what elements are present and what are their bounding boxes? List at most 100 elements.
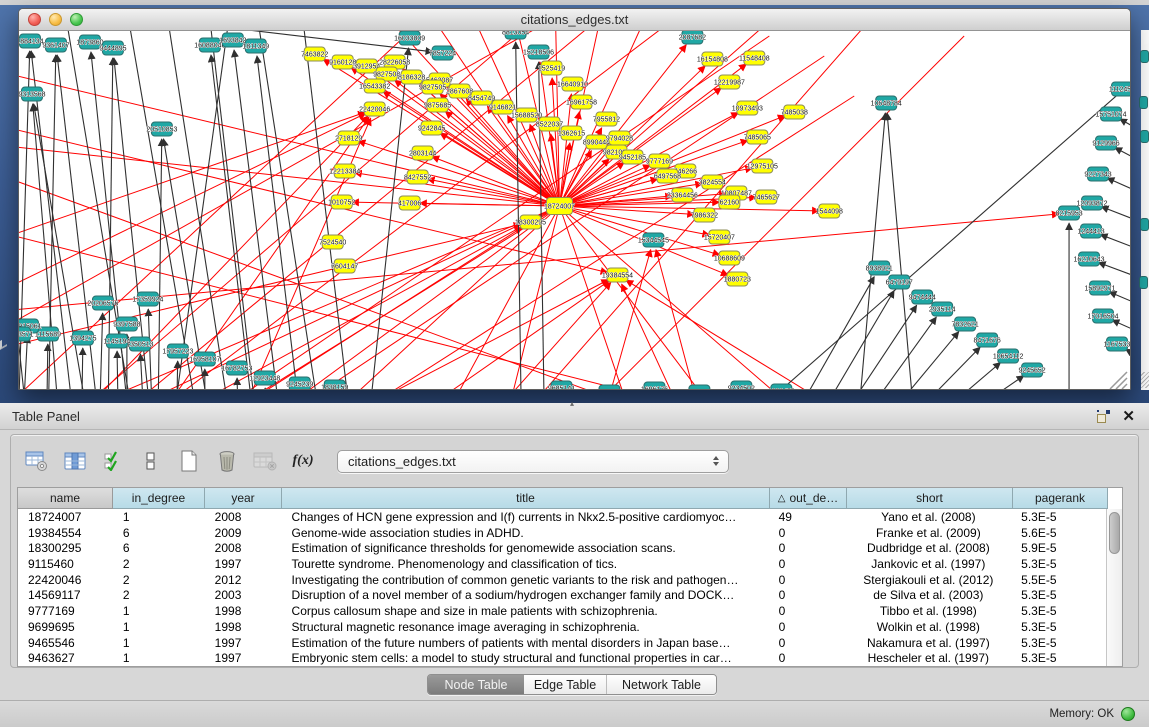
table-cell[interactable]: 14569117 [18, 587, 113, 603]
graph-node[interactable]: 8813054 [502, 31, 529, 39]
table-cell[interactable]: Nakamura et al. (1997) [846, 635, 1012, 651]
graph-node[interactable]: 1350513 [126, 337, 153, 351]
column-header-short[interactable]: short [847, 488, 1013, 509]
table-cell[interactable]: 0 [769, 650, 846, 666]
table-cell[interactable]: 9699695 [18, 619, 113, 635]
table-cell[interactable]: 22420046 [18, 572, 113, 588]
table-cell[interactable]: 19384554 [18, 525, 113, 541]
table-cell[interactable]: Hescheler et al. (1997) [846, 650, 1012, 666]
table-vertical-scrollbar[interactable] [1106, 509, 1122, 666]
table-cell[interactable]: 0 [769, 540, 846, 556]
table-row[interactable]: 2242004622012Investigating the contribut… [18, 572, 1106, 588]
table-cell[interactable]: Estimation of significance thresholds fo… [282, 540, 769, 556]
column-header-title[interactable]: title [282, 488, 770, 509]
table-cell[interactable]: 5.3E-5 [1011, 556, 1106, 572]
table-cell[interactable]: 0 [769, 603, 846, 619]
table-row[interactable]: 911546021997Tourette syndrome. Phenomeno… [18, 556, 1106, 572]
graph-node[interactable]: 18724007 [544, 198, 575, 215]
graph-node[interactable]: 16640910 [557, 77, 588, 91]
table-cell[interactable]: 18300295 [18, 540, 113, 556]
graph-node[interactable]: 62160 [719, 195, 740, 209]
table-cell[interactable]: 5.3E-5 [1011, 603, 1106, 619]
graph-node[interactable]: 1811349 [242, 39, 269, 53]
tab-network-table[interactable]: Network Table [606, 675, 716, 694]
table-cell[interactable]: 0 [769, 572, 846, 588]
graph-node[interactable]: 1696176 [641, 382, 668, 389]
graph-node[interactable]: 20510853 [146, 122, 177, 136]
graph-node[interactable]: 2935114 [929, 302, 956, 316]
graph-node[interactable]: 7955812 [593, 112, 620, 126]
table-source-select[interactable]: citations_edges.txt [337, 450, 729, 473]
table-cell[interactable]: 9777169 [18, 603, 113, 619]
graph-node[interactable]: 12093872 [1077, 196, 1108, 210]
table-cell[interactable]: 1997 [205, 556, 282, 572]
scrollbar-thumb[interactable] [1109, 512, 1120, 554]
graph-node[interactable]: 1838159 [321, 380, 348, 389]
graph-node[interactable]: 1167533 [1104, 337, 1130, 351]
graph-node[interactable]: 9474444 [909, 290, 936, 304]
table-cell[interactable]: 5.5E-5 [1011, 572, 1106, 588]
graph-node[interactable]: 8427552 [404, 170, 431, 184]
table-row[interactable]: 977716911998Corpus callosum shape and si… [18, 603, 1106, 619]
graph-node[interactable]: 1244413 [1077, 224, 1104, 238]
graph-node[interactable]: 7463822 [301, 47, 328, 61]
graph-node[interactable]: 16154808 [697, 52, 728, 66]
show-columns-icon[interactable] [63, 450, 87, 472]
graph-node[interactable]: 7857224 [429, 46, 456, 60]
close-panel-icon[interactable]: ✕ [1122, 410, 1135, 423]
graph-node[interactable]: 2045059 [596, 385, 623, 389]
table-cell[interactable]: 1997 [205, 635, 282, 651]
graph-node[interactable]: 7604147 [331, 259, 358, 273]
network-graph-canvas[interactable]: 1872400774638229160128391295428226058982… [19, 31, 1130, 389]
table-cell[interactable]: 5.3E-5 [1011, 509, 1106, 525]
graph-node[interactable]: 8471676 [974, 333, 1001, 347]
table-cell[interactable]: de Silva et al. (2003) [846, 587, 1012, 603]
graph-node[interactable]: 10648784 [871, 96, 902, 110]
float-panel-icon[interactable] [1097, 410, 1110, 423]
table-cell[interactable]: Tourette syndrome. Phenomenology and cla… [282, 556, 769, 572]
graph-node[interactable]: 7485065 [744, 130, 771, 144]
table-cell[interactable]: 2 [113, 587, 205, 603]
column-header-in_degree[interactable]: in_degree [113, 488, 205, 509]
zoom-window-button[interactable] [70, 13, 83, 26]
table-cell[interactable]: Franke et al. (2009) [846, 525, 1012, 541]
graph-node[interactable]: 417006 [398, 196, 421, 210]
graph-node[interactable]: 9313568 [19, 87, 46, 101]
graph-node[interactable]: 1010752 [328, 195, 355, 209]
graph-node[interactable]: 1092450 [768, 384, 795, 389]
column-header-year[interactable]: year [205, 488, 282, 509]
graph-node[interactable]: 6479197 [886, 275, 913, 289]
graph-node[interactable]: 9884504 [686, 385, 713, 389]
graph-node[interactable]: 8522037 [536, 117, 563, 131]
graph-node[interactable]: 8186328 [398, 70, 425, 84]
function-builder-icon[interactable]: f(x) [291, 450, 315, 472]
graph-node[interactable]: 1525419 [538, 61, 565, 75]
table-cell[interactable]: Investigating the contribution of common… [282, 572, 769, 588]
graph-node[interactable]: 7986322 [691, 208, 718, 222]
table-cell[interactable]: 1 [113, 635, 205, 651]
table-row[interactable]: 1456911722003Disruption of a novel membe… [18, 587, 1106, 603]
graph-node[interactable]: 10654112 [993, 349, 1024, 363]
table-cell[interactable]: 0 [769, 525, 846, 541]
close-window-button[interactable] [28, 13, 41, 26]
table-cell[interactable]: 9115460 [18, 556, 113, 572]
select-rows-icon[interactable] [101, 450, 125, 472]
table-cell[interactable]: Disruption of a novel member of a sodium… [282, 587, 769, 603]
column-header-pagerank[interactable]: pagerank [1013, 488, 1108, 509]
graph-node[interactable]: 15344545 [638, 233, 669, 247]
table-cell[interactable]: 5.3E-5 [1011, 587, 1106, 603]
graph-node[interactable]: 16210643 [1074, 252, 1105, 266]
split-divider-grip[interactable]: ▴ [570, 401, 574, 407]
resize-grip[interactable] [1110, 372, 1127, 389]
table-row[interactable]: 1830029562008Estimation of significance … [18, 540, 1106, 556]
table-cell[interactable]: 2003 [205, 587, 282, 603]
table-cell[interactable]: Estimation of the future numbers of pati… [282, 635, 769, 651]
graph-node[interactable]: 8454749 [468, 91, 495, 105]
table-cell[interactable]: 1998 [205, 603, 282, 619]
table-row[interactable]: 1938455462009Genome-wide association stu… [18, 525, 1106, 541]
graph-node[interactable]: 11548408 [739, 51, 770, 65]
table-cell[interactable]: 5.3E-5 [1011, 619, 1106, 635]
table-cell[interactable]: 5.6E-5 [1011, 525, 1106, 541]
graph-node[interactable]: 7524540 [319, 235, 346, 249]
graph-node[interactable]: 9129966 [1092, 136, 1119, 150]
